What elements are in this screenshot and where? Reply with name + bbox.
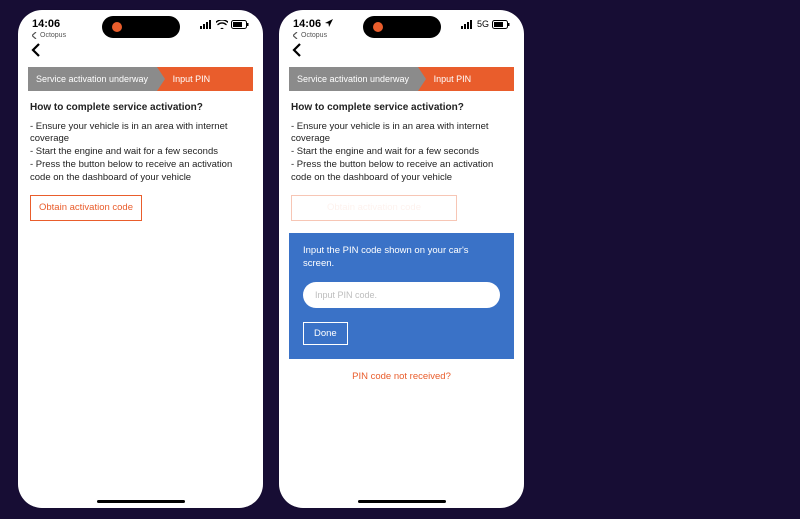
- instruction-item: - Start the engine and wait for a few se…: [291, 146, 512, 159]
- progress-bar: Service activation underway Input PIN: [289, 67, 514, 91]
- network-label: 5G: [477, 19, 489, 29]
- instruction-item: - Press the button below to receive an a…: [30, 159, 251, 185]
- pin-input[interactable]: Input PIN code.: [303, 282, 500, 308]
- dynamic-island: [102, 16, 180, 38]
- back-icon-small: [293, 32, 298, 39]
- phone-screen-2: 14:06 5G Octopus Service activation unde…: [279, 10, 524, 508]
- section-heading: How to complete service activation?: [291, 101, 512, 115]
- chevron-left-icon: [291, 43, 303, 57]
- progress-step-1: Service activation underway: [289, 67, 418, 91]
- progress-step-1: Service activation underway: [28, 67, 157, 91]
- progress-step-2: Input PIN: [157, 67, 253, 91]
- instruction-item: - Start the engine and wait for a few se…: [30, 146, 251, 159]
- status-time: 14:06: [293, 18, 321, 30]
- status-time: 14:06: [32, 18, 60, 30]
- location-icon: [325, 19, 333, 27]
- dynamic-island: [363, 16, 441, 38]
- battery-icon: [231, 20, 249, 29]
- wifi-icon: [216, 20, 228, 29]
- instruction-list: - Ensure your vehicle is in an area with…: [291, 121, 512, 185]
- home-indicator[interactable]: [97, 500, 185, 503]
- home-indicator[interactable]: [358, 500, 446, 503]
- instruction-list: - Ensure your vehicle is in an area with…: [30, 121, 251, 185]
- pin-entry-card: Input the PIN code shown on your car's s…: [289, 233, 514, 359]
- chevron-left-icon: [30, 43, 42, 57]
- instruction-item: - Ensure your vehicle is in an area with…: [30, 121, 251, 147]
- signal-icon: [461, 20, 474, 29]
- back-icon-small: [32, 32, 37, 39]
- back-button[interactable]: [18, 39, 263, 61]
- obtain-code-button-disabled: Obtain activation code: [291, 195, 457, 222]
- pin-not-received-link[interactable]: PIN code not received?: [279, 371, 524, 382]
- instruction-item: - Press the button below to receive an a…: [291, 159, 512, 185]
- progress-bar: Service activation underway Input PIN: [28, 67, 253, 91]
- section-heading: How to complete service activation?: [30, 101, 251, 115]
- done-button[interactable]: Done: [303, 322, 348, 345]
- instruction-item: - Ensure your vehicle is in an area with…: [291, 121, 512, 147]
- pin-prompt: Input the PIN code shown on your car's s…: [303, 245, 500, 270]
- progress-step-2: Input PIN: [418, 67, 514, 91]
- battery-icon: [492, 20, 510, 29]
- back-button[interactable]: [279, 39, 524, 61]
- signal-icon: [200, 20, 213, 29]
- obtain-code-button[interactable]: Obtain activation code: [30, 195, 142, 222]
- phone-screen-1: 14:06 Octopus Service activation underwa…: [18, 10, 263, 508]
